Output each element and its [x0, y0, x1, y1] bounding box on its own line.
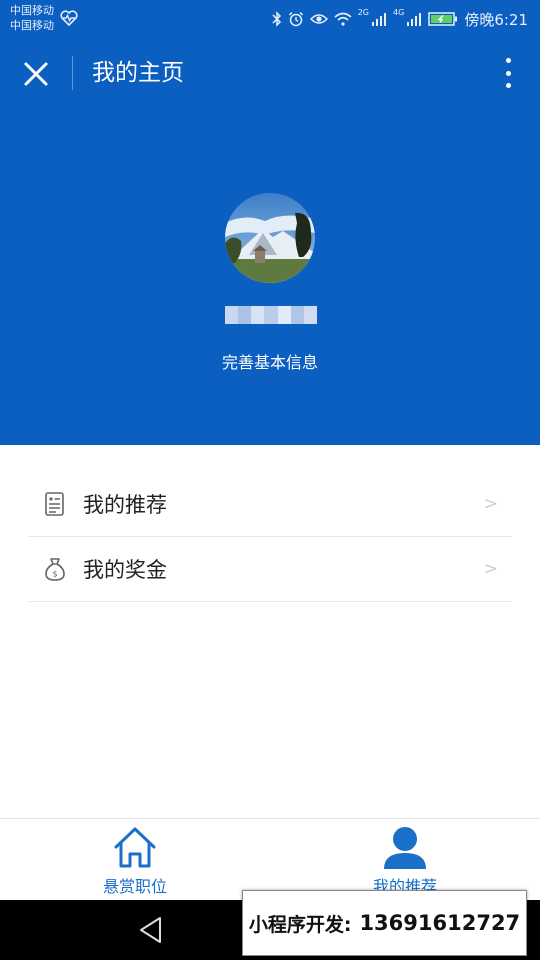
menu-item-recommend[interactable]: 我的推荐 >: [28, 472, 512, 537]
signal-icon: [372, 13, 387, 26]
status-bar: 中国移动 中国移动 2G 4G 傍晚6:21: [0, 0, 540, 38]
promo-watermark: 小程序开发: 13691612727: [242, 890, 527, 956]
profile-header: 我的主页 完善基本信息: [0, 38, 540, 445]
alarm-icon: [288, 11, 303, 27]
heart-rate-icon: [60, 10, 78, 26]
menu-list: 我的推荐 > $ 我的奖金 >: [28, 472, 512, 602]
close-icon: [24, 62, 48, 86]
tab-label: 悬赏职位: [102, 877, 167, 896]
menu-item-bonus[interactable]: $ 我的奖金 >: [28, 537, 512, 602]
username-blurred: [225, 306, 317, 324]
title-divider: [72, 56, 73, 90]
close-button[interactable]: [20, 58, 52, 90]
wifi-icon: [334, 12, 352, 26]
tab-reward-jobs[interactable]: 悬赏职位: [0, 819, 270, 901]
carrier-label-1: 中国移动: [10, 4, 54, 17]
promo-text: 小程序开发:: [248, 913, 352, 936]
tab-my-recommend[interactable]: 我的推荐: [270, 819, 540, 901]
carrier-info: 中国移动 中国移动: [10, 3, 54, 33]
eye-icon: [309, 14, 328, 24]
status-time: 傍晚6:21: [464, 10, 528, 29]
back-triangle-icon[interactable]: [136, 914, 166, 946]
user-icon: [384, 827, 426, 869]
home-icon: [114, 827, 156, 868]
chevron-right-icon: >: [483, 494, 498, 514]
more-button[interactable]: [498, 56, 518, 90]
signal-icon: [407, 13, 422, 26]
network-4g-label: 4G: [393, 8, 405, 17]
bluetooth-icon: [272, 11, 281, 27]
avatar[interactable]: [225, 193, 315, 283]
more-vertical-icon: [505, 58, 511, 63]
carrier-label-2: 中国移动: [10, 19, 54, 32]
promo-phone: 13691612727: [359, 911, 521, 935]
svg-text:$: $: [52, 570, 57, 579]
bottom-tab-bar: 悬赏职位 我的推荐: [0, 818, 540, 900]
document-icon: [45, 492, 64, 516]
avatar-image: [225, 193, 315, 283]
page-title: 我的主页: [92, 60, 184, 86]
money-bag-icon: $: [45, 558, 65, 581]
network-2g-label: 2G: [357, 8, 370, 17]
menu-item-label: 我的推荐: [83, 493, 167, 517]
status-icons: 2G 4G 傍晚6:21: [272, 8, 528, 30]
menu-item-label: 我的奖金: [83, 558, 167, 582]
complete-info-link[interactable]: 完善基本信息: [0, 349, 540, 373]
chevron-right-icon: >: [483, 559, 498, 579]
battery-charging-icon: [428, 12, 458, 26]
